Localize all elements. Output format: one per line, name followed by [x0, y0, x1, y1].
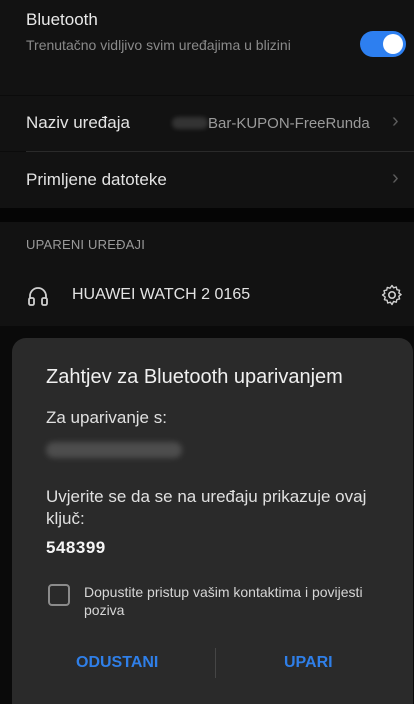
toggle-knob [383, 34, 403, 54]
device-name-label: Naziv uređaja [26, 113, 130, 132]
gear-icon[interactable] [380, 283, 404, 307]
device-name-redacted [172, 117, 208, 129]
contacts-access-label[interactable]: Dopustite pristup vašim kontaktima i pov… [84, 583, 384, 619]
confirm-key-text: Uvjerite se da se na uređaju prikazuje o… [46, 487, 367, 528]
bluetooth-title: Bluetooth [26, 10, 98, 29]
cancel-button[interactable]: ODUSTANI [76, 654, 158, 672]
received-files-row[interactable]: Primljene datoteke › [0, 152, 414, 208]
passkey: 548399 [46, 538, 106, 557]
bluetooth-toggle[interactable] [360, 31, 406, 57]
paired-device-item[interactable]: HUAWEI WATCH 2 0165 [0, 268, 414, 326]
button-divider [215, 648, 216, 678]
paired-device-name: HUAWEI WATCH 2 0165 [72, 286, 251, 303]
headset-icon [28, 287, 48, 306]
bluetooth-visibility-subtitle: Trenutačno vidljivo svim uređajima u bli… [26, 37, 291, 53]
chevron-right-icon: › [392, 110, 399, 132]
pair-button[interactable]: UPARI [284, 654, 333, 672]
paired-devices-heading: UPARENI UREĐAJI [26, 237, 146, 252]
device-name-value: Bar-KUPON-FreeRunda [208, 115, 370, 132]
requesting-device-name-redacted [46, 442, 182, 458]
chevron-right-icon: › [392, 167, 399, 189]
section-gap [0, 208, 414, 222]
pair-with-label: Za uparivanje s: [46, 408, 167, 427]
bluetooth-pairing-dialog: Zahtjev za Bluetooth uparivanjem Za upar… [12, 338, 413, 704]
received-files-label: Primljene datoteke [26, 170, 167, 189]
bluetooth-settings-screen: Bluetooth Trenutačno vidljivo svim uređa… [0, 0, 414, 704]
dialog-title: Zahtjev za Bluetooth uparivanjem [46, 366, 343, 388]
paired-devices-header: UPARENI UREĐAJI [0, 222, 414, 268]
device-name-row[interactable]: Naziv uređaja Bar-KUPON-FreeRunda › [0, 96, 414, 151]
bluetooth-toggle-row[interactable]: Bluetooth Trenutačno vidljivo svim uređa… [0, 0, 414, 95]
contacts-access-checkbox[interactable] [48, 584, 70, 606]
